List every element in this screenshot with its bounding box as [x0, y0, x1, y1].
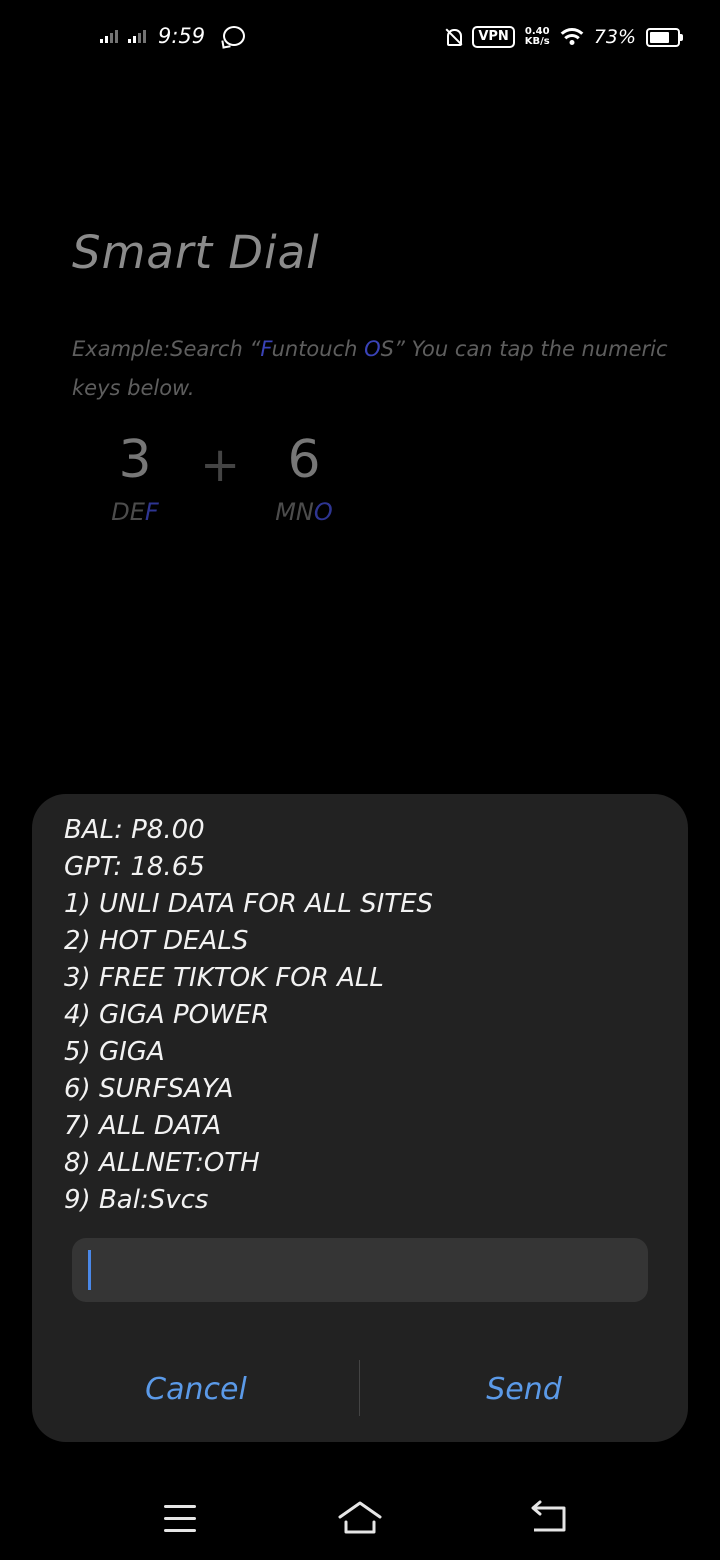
ussd-menu-option: 5) GIGA [64, 1037, 165, 1067]
key-letters-main: MN [275, 498, 314, 526]
example-text-prefix: Example:Search “ [72, 337, 261, 361]
vpn-badge: VPN [472, 26, 515, 48]
example-text-mid: untouch [271, 337, 365, 361]
ussd-reply-input[interactable] [72, 1238, 648, 1302]
ussd-menu-option: 8) ALLNET:OTH [64, 1148, 260, 1178]
ussd-message: BAL: P8.00 GPT: 18.65 1) UNLI DATA FOR A… [64, 812, 433, 1219]
speed-unit: KB/s [524, 36, 550, 47]
back-icon[interactable] [524, 1498, 572, 1538]
key-letter-highlight: O [313, 498, 333, 526]
key-letter-highlight: F [144, 498, 159, 526]
ussd-menu-option: 2) HOT DEALS [64, 926, 249, 956]
ussd-menu-option: 3) FREE TIKTOK FOR ALL [64, 963, 384, 993]
ussd-line-balance: BAL: P8.00 [64, 815, 205, 845]
home-icon[interactable] [336, 1498, 384, 1538]
plus-sign: + [200, 437, 241, 493]
wifi-icon [559, 28, 584, 46]
status-time: 9:59 [158, 24, 206, 48]
smart-dial-example: Example:Search “Funtouch OS” You can tap… [72, 330, 672, 408]
key-digit: 6 [287, 430, 321, 490]
signal-icon [128, 29, 146, 43]
signal-icon [100, 29, 118, 43]
smart-dial-title: Smart Dial [72, 226, 320, 279]
status-right: VPN 0.40 KB/s 73% [444, 26, 683, 48]
ussd-dialog: BAL: P8.00 GPT: 18.65 1) UNLI DATA FOR A… [32, 794, 688, 1442]
ussd-line-gpt: GPT: 18.65 [64, 852, 205, 882]
ussd-menu-option: 6) SURFSAYA [64, 1074, 234, 1104]
menu-icon[interactable] [156, 1498, 204, 1538]
example-highlight-o: O [364, 337, 381, 361]
navigation-bar [0, 1480, 720, 1560]
send-button[interactable]: Send [360, 1360, 688, 1420]
battery-percent: 73% [593, 26, 636, 48]
status-bar: 9:59 VPN 0.40 KB/s 73% [0, 0, 720, 80]
network-speed: 0.40 KB/s [525, 27, 550, 47]
key-digit: 3 [118, 430, 152, 490]
example-key-6: 6 MNO [264, 430, 344, 526]
key-letters-main: DE [111, 498, 145, 526]
cancel-button[interactable]: Cancel [32, 1360, 360, 1420]
ussd-menu-option: 9) Bal:Svcs [64, 1185, 209, 1215]
bell-off-icon [444, 28, 463, 46]
ussd-menu-option: 1) UNLI DATA FOR ALL SITES [64, 889, 434, 919]
example-highlight-f: F [260, 337, 272, 361]
ussd-menu-option: 7) ALL DATA [64, 1111, 222, 1141]
key-letters: MNO [264, 498, 344, 526]
example-key-3: 3 DEF [100, 430, 170, 526]
battery-icon [646, 27, 683, 47]
text-caret [88, 1250, 91, 1290]
key-letters: DEF [100, 498, 170, 526]
ussd-menu-option: 4) GIGA POWER [64, 1000, 270, 1030]
status-left: 9:59 [100, 24, 246, 48]
message-icon [223, 26, 246, 46]
